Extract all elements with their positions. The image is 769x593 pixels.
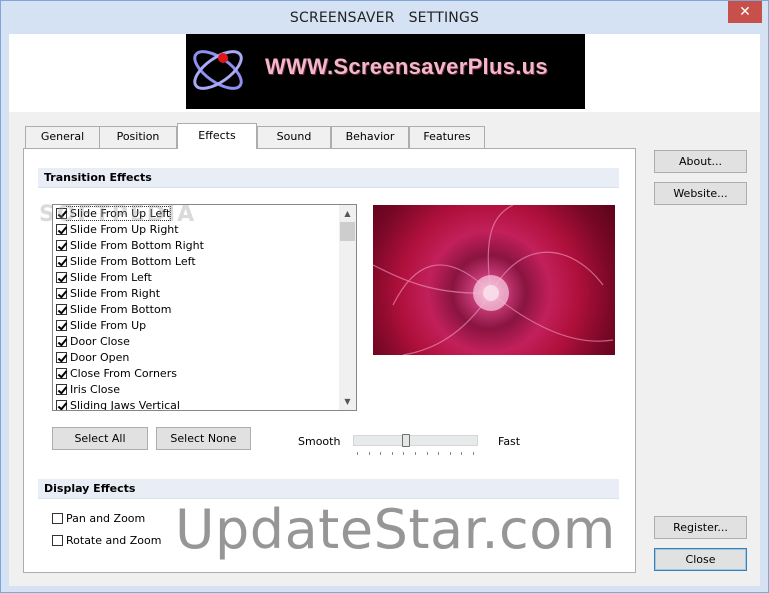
title-bar[interactable]: SCREENSAVER SETTINGS ✕ — [1, 1, 768, 34]
list-item-label: Slide From Right — [70, 287, 161, 300]
register-button[interactable]: Register... — [654, 516, 747, 539]
list-item[interactable]: Slide From Bottom Right — [53, 238, 338, 254]
rotate-zoom-checkbox[interactable]: Rotate and Zoom — [52, 533, 161, 549]
slider-tick — [357, 452, 358, 455]
about-button[interactable]: About... — [654, 150, 747, 173]
list-item-label: Slide From Left — [70, 271, 152, 284]
softpedia-watermark: SOFTPEDIA — [39, 202, 197, 227]
list-item-label: Close From Corners — [70, 367, 177, 380]
settings-window: SCREENSAVER SETTINGS ✕ WWW.ScreensaverPl… — [0, 0, 769, 593]
checkbox-box[interactable] — [56, 400, 67, 410]
checkbox-box[interactable] — [56, 384, 67, 395]
tab-label: Position — [116, 130, 160, 143]
list-item-label: Slide From Up — [70, 319, 147, 332]
tab-label: Effects — [198, 129, 236, 142]
slider-tick — [461, 452, 462, 455]
close-icon: ✕ — [739, 4, 751, 20]
transition-effects-list[interactable]: Slide From Up Left Slide From Up Right Sli… — [52, 204, 357, 411]
slider-tick — [450, 452, 451, 455]
checkbox-box[interactable] — [56, 336, 67, 347]
updatestar-watermark: UpdateStar.com — [175, 498, 616, 561]
banner: WWW.ScreensaverPlus.us — [186, 34, 585, 109]
list-item[interactable]: Close From Corners — [53, 366, 338, 382]
list-item[interactable]: Slide From Up — [53, 318, 338, 334]
list-item-label: Slide From Bottom Right — [70, 239, 204, 252]
slider-ticks — [357, 452, 474, 456]
list-item-label: Sliding Jaws Vertical — [70, 399, 180, 411]
tab-sound[interactable]: Sound — [257, 126, 331, 148]
checkbox-box[interactable] — [56, 304, 67, 315]
speed-slider-track[interactable] — [353, 435, 478, 446]
list-item-label: Door Close — [70, 335, 130, 348]
checkbox-box[interactable] — [56, 256, 67, 267]
list-item[interactable]: Sliding Jaws Vertical — [53, 398, 338, 411]
checkbox-box[interactable] — [56, 240, 67, 251]
list-scrollbar[interactable]: ▲ ▼ — [339, 205, 356, 410]
close-button[interactable]: Close — [654, 548, 747, 571]
list-item-label: Door Open — [70, 351, 130, 364]
list-item[interactable]: Slide From Left — [53, 270, 338, 286]
slider-tick — [438, 452, 439, 455]
close-window-button[interactable]: ✕ — [728, 1, 762, 23]
list-item-label: Slide From Bottom — [70, 303, 172, 316]
tab-general[interactable]: General — [25, 126, 100, 148]
slider-tick — [415, 452, 416, 455]
list-item[interactable]: Iris Close — [53, 382, 338, 398]
checkbox-box[interactable] — [56, 368, 67, 379]
list-item[interactable]: Door Close — [53, 334, 338, 350]
checkbox-label: Pan and Zoom — [66, 512, 146, 525]
slider-tick — [369, 452, 370, 455]
tab-label: Sound — [276, 130, 312, 143]
tab-label: General — [40, 130, 85, 143]
slider-tick — [392, 452, 393, 455]
slider-tick — [403, 452, 404, 455]
tab-label: Features — [423, 130, 471, 143]
website-button[interactable]: Website... — [654, 182, 747, 205]
checkbox-box[interactable] — [52, 513, 63, 524]
scroll-down-icon[interactable]: ▼ — [339, 393, 356, 410]
scroll-up-icon[interactable]: ▲ — [339, 205, 356, 222]
list-item-label: Slide From Bottom Left — [70, 255, 196, 268]
checkbox-box[interactable] — [56, 288, 67, 299]
slider-tick — [473, 452, 474, 455]
pan-zoom-checkbox[interactable]: Pan and Zoom — [52, 511, 145, 527]
select-all-button[interactable]: Select All — [52, 427, 148, 450]
checkbox-box[interactable] — [56, 272, 67, 283]
tab-label: Behavior — [345, 130, 395, 143]
display-effects-heading: Display Effects — [38, 479, 619, 499]
checkbox-box[interactable] — [56, 320, 67, 331]
checkbox-box[interactable] — [52, 535, 63, 546]
tab-effects[interactable]: Effects — [177, 123, 257, 149]
scroll-thumb[interactable] — [340, 222, 355, 241]
list-item[interactable]: Slide From Right — [53, 286, 338, 302]
list-item[interactable]: Slide From Bottom Left — [53, 254, 338, 270]
list-item[interactable]: Door Open — [53, 350, 338, 366]
checkbox-box[interactable] — [56, 352, 67, 363]
list-item-label: Iris Close — [70, 383, 121, 396]
tab-position[interactable]: Position — [99, 126, 177, 148]
list-item[interactable]: Slide From Bottom — [53, 302, 338, 318]
window-title: SCREENSAVER SETTINGS — [289, 10, 480, 26]
speed-max-label: Fast — [498, 435, 521, 448]
tab-features[interactable]: Features — [409, 126, 485, 148]
speed-slider-thumb[interactable] — [402, 434, 410, 447]
select-none-button[interactable]: Select None — [156, 427, 251, 450]
transition-effects-heading: Transition Effects — [38, 168, 619, 188]
tab-behavior[interactable]: Behavior — [331, 126, 409, 148]
banner-text: WWW.ScreensaverPlus.us — [265, 54, 548, 79]
slider-tick — [380, 452, 381, 455]
checkbox-label: Rotate and Zoom — [66, 534, 162, 547]
atom-logo-icon — [193, 50, 243, 90]
slider-tick — [427, 452, 428, 455]
speed-min-label: Smooth — [298, 435, 341, 448]
flower-image — [373, 205, 614, 355]
effect-preview-image — [373, 205, 615, 355]
